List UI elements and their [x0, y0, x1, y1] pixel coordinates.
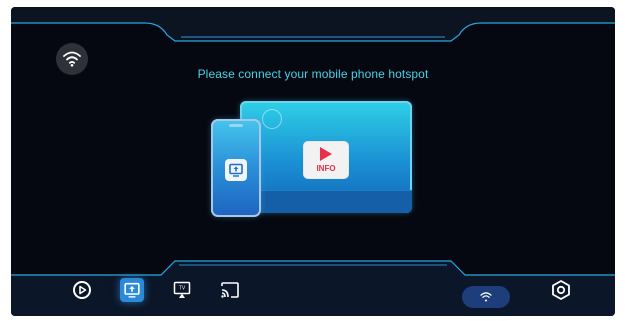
screen-frame: Please connect your mobile phone hotspot…	[11, 7, 615, 316]
settings-hexagon-icon	[552, 280, 570, 300]
phone-illustration	[211, 119, 261, 217]
screen-mirror-icon	[124, 282, 140, 298]
wifi-button[interactable]	[462, 286, 510, 308]
screen-mirror-button[interactable]	[120, 278, 144, 302]
screen-mirror-icon	[229, 163, 243, 177]
tv-airplay-icon: TV	[173, 281, 191, 298]
settings-button[interactable]	[549, 278, 573, 302]
play-store-button[interactable]	[70, 278, 94, 302]
cast-icon	[221, 282, 239, 298]
svg-text:TV: TV	[179, 286, 186, 292]
tv-airplay-button[interactable]: TV	[170, 278, 194, 302]
play-store-icon	[73, 281, 91, 299]
info-label: INFO	[316, 164, 336, 173]
wifi-icon	[480, 292, 492, 302]
phone-notch	[229, 124, 243, 127]
tv-base	[240, 190, 412, 213]
decorative-circle	[262, 109, 282, 129]
cast-button[interactable]	[218, 278, 242, 302]
play-icon	[320, 147, 332, 161]
info-play-card: INFO	[304, 142, 348, 178]
bottom-decor-bar	[11, 260, 615, 316]
screen-mirror-app-icon	[225, 159, 247, 181]
